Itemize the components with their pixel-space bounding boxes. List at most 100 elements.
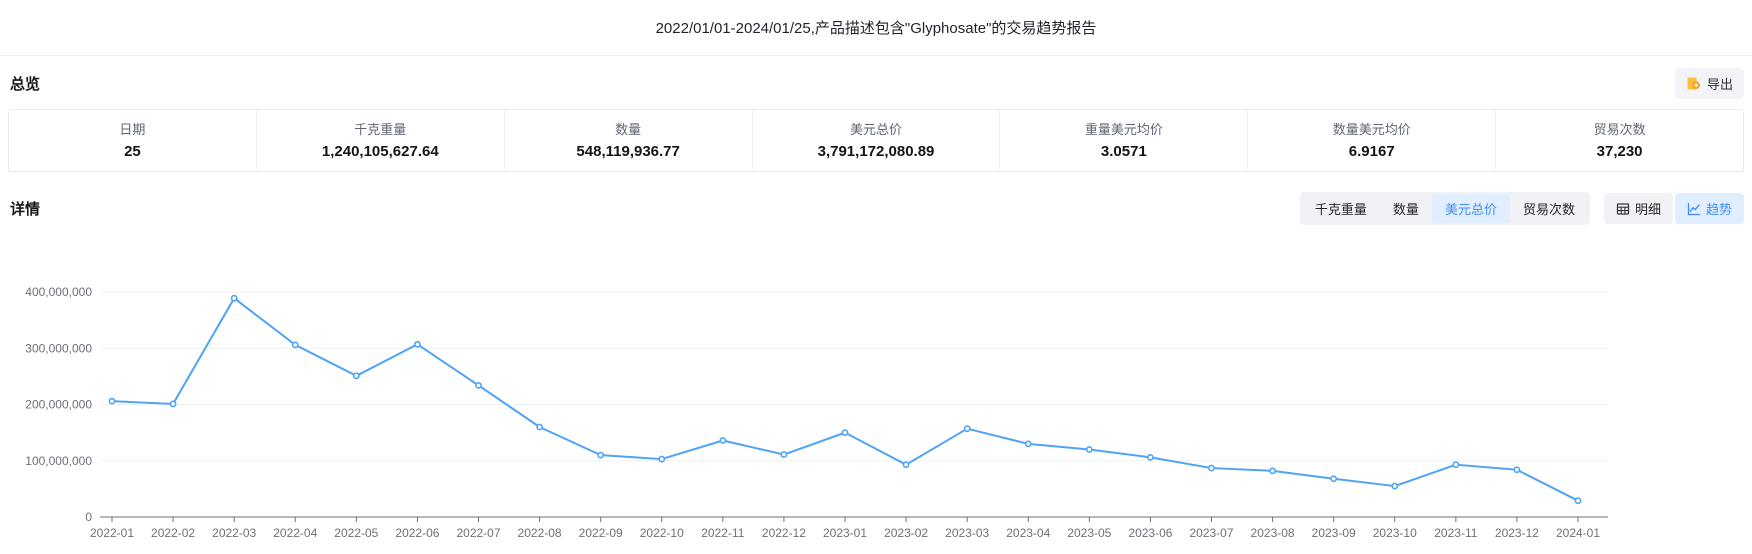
stat-label: 数量 (505, 119, 752, 138)
view-tab-label: 趋势 (1706, 199, 1732, 218)
view-tab-group: 明细 趋势 (1604, 193, 1744, 224)
x-axis-tick-label: 2023-03 (945, 526, 989, 540)
data-point[interactable] (965, 426, 970, 431)
data-point[interactable] (1392, 483, 1397, 488)
trend-chart-container: 0 100,000,000 200,000,000 300,000,000 400,00… (0, 249, 1752, 554)
data-point[interactable] (598, 453, 603, 458)
data-point[interactable] (1331, 476, 1336, 481)
stat-value: 6.9167 (1248, 143, 1495, 160)
x-axis-tick-label: 2022-03 (212, 526, 256, 540)
data-point[interactable] (170, 401, 175, 406)
data-point[interactable] (1514, 467, 1519, 472)
stat-item: 日期 25 (9, 110, 257, 171)
data-point[interactable] (1026, 441, 1031, 446)
x-axis-tick-label: 2022-06 (395, 526, 439, 540)
y-axis-tick-label: 300,000,000 (25, 341, 92, 355)
data-point[interactable] (109, 399, 114, 404)
x-axis-tick-label: 2023-12 (1495, 526, 1539, 540)
x-axis-tick-label: 2022-07 (456, 526, 500, 540)
stat-label: 重量美元均价 (1000, 119, 1247, 138)
stat-label: 千克重量 (257, 119, 504, 138)
stat-item: 数量 548,119,936.77 (505, 110, 753, 171)
series-line (112, 298, 1578, 501)
overview-stats-card: 日期 25千克重量 1,240,105,627.64数量 548,119,936.77… (8, 109, 1744, 172)
stat-item: 贸易次数 37,230 (1496, 110, 1743, 171)
x-axis-tick-label: 2024-01 (1556, 526, 1600, 540)
metric-tab[interactable]: 数量 (1380, 194, 1432, 223)
stat-label: 贸易次数 (1496, 119, 1743, 138)
metric-tab[interactable]: 千克重量 (1302, 194, 1380, 223)
metric-tab[interactable]: 美元总价 (1432, 194, 1510, 223)
data-point[interactable] (1209, 465, 1214, 470)
overview-heading: 总览 (10, 73, 40, 94)
x-axis-tick-label: 2022-10 (640, 526, 684, 540)
x-axis-tick-label: 2023-06 (1128, 526, 1172, 540)
details-heading: 详情 (10, 198, 40, 219)
data-point[interactable] (232, 296, 237, 301)
data-point[interactable] (1270, 468, 1275, 473)
stat-label: 美元总价 (753, 119, 1000, 138)
y-axis-tick-label: 100,000,000 (25, 454, 92, 468)
stat-value: 1,240,105,627.64 (257, 143, 504, 160)
metric-tab-group: 千克重量数量美元总价贸易次数 (1300, 192, 1590, 225)
stat-item: 千克重量 1,240,105,627.64 (257, 110, 505, 171)
data-point[interactable] (354, 373, 359, 378)
report-title: 2022/01/01-2024/01/25,产品描述包含"Glyphosate"… (656, 17, 1097, 38)
stat-value: 548,119,936.77 (505, 143, 752, 160)
data-point[interactable] (781, 452, 786, 457)
data-point[interactable] (659, 456, 664, 461)
x-axis-tick-label: 2022-08 (518, 526, 562, 540)
metric-tab[interactable]: 贸易次数 (1510, 194, 1588, 223)
view-tab-detail[interactable]: 明细 (1604, 193, 1673, 224)
y-axis-tick-label: 400,000,000 (25, 285, 92, 299)
trend-line-chart[interactable]: 0 100,000,000 200,000,000 300,000,000 400,00… (0, 249, 1752, 554)
table-icon (1616, 202, 1630, 216)
stat-label: 数量美元均价 (1248, 119, 1495, 138)
stat-label: 日期 (9, 119, 256, 138)
x-axis-tick-label: 2022-11 (701, 526, 744, 540)
export-icon (1686, 76, 1701, 91)
details-tab-groups: 千克重量数量美元总价贸易次数 明细 趋势 (1300, 192, 1744, 225)
data-point[interactable] (1087, 447, 1092, 452)
y-axis-tick-label: 200,000,000 (25, 398, 92, 412)
data-point[interactable] (415, 342, 420, 347)
report-titlebar: 2022/01/01-2024/01/25,产品描述包含"Glyphosate"… (0, 0, 1752, 56)
x-axis-tick-label: 2022-12 (762, 526, 806, 540)
x-axis-tick-label: 2023-11 (1434, 526, 1477, 540)
x-axis-tick-label: 2022-01 (90, 526, 134, 540)
view-tab-label: 明细 (1635, 199, 1661, 218)
export-button-label: 导出 (1707, 74, 1733, 93)
stat-item: 数量美元均价 6.9167 (1248, 110, 1496, 171)
data-point[interactable] (720, 438, 725, 443)
x-axis-tick-label: 2023-05 (1067, 526, 1111, 540)
trend-icon (1687, 202, 1701, 216)
stat-item: 重量美元均价 3.0571 (1000, 110, 1248, 171)
data-point[interactable] (1453, 462, 1458, 467)
x-axis-tick-label: 2022-04 (273, 526, 317, 540)
x-axis-tick-label: 2023-08 (1251, 526, 1295, 540)
data-point[interactable] (476, 383, 481, 388)
x-axis-tick-label: 2023-04 (1006, 526, 1050, 540)
data-point[interactable] (842, 430, 847, 435)
stat-value: 25 (9, 143, 256, 160)
x-axis-tick-label: 2023-07 (1189, 526, 1233, 540)
y-axis-tick-label: 0 (85, 510, 92, 524)
view-tab-trend[interactable]: 趋势 (1675, 193, 1744, 224)
x-axis-tick-label: 2022-09 (579, 526, 623, 540)
data-point[interactable] (293, 342, 298, 347)
data-point[interactable] (1148, 455, 1153, 460)
x-axis-tick-label: 2023-01 (823, 526, 867, 540)
x-axis-tick-label: 2023-09 (1312, 526, 1356, 540)
x-axis-tick-label: 2022-02 (151, 526, 195, 540)
stat-value: 3.0571 (1000, 143, 1247, 160)
x-axis-tick-label: 2022-05 (334, 526, 378, 540)
data-point[interactable] (1575, 498, 1580, 503)
export-button[interactable]: 导出 (1675, 68, 1744, 99)
overview-header: 总览 导出 (0, 56, 1752, 109)
data-point[interactable] (537, 424, 542, 429)
details-header: 详情 千克重量数量美元总价贸易次数 明细 趋势 (0, 172, 1752, 235)
x-axis-tick-label: 2023-10 (1373, 526, 1417, 540)
data-point[interactable] (903, 462, 908, 467)
x-axis-tick-label: 2023-02 (884, 526, 928, 540)
stat-value: 37,230 (1496, 143, 1743, 160)
